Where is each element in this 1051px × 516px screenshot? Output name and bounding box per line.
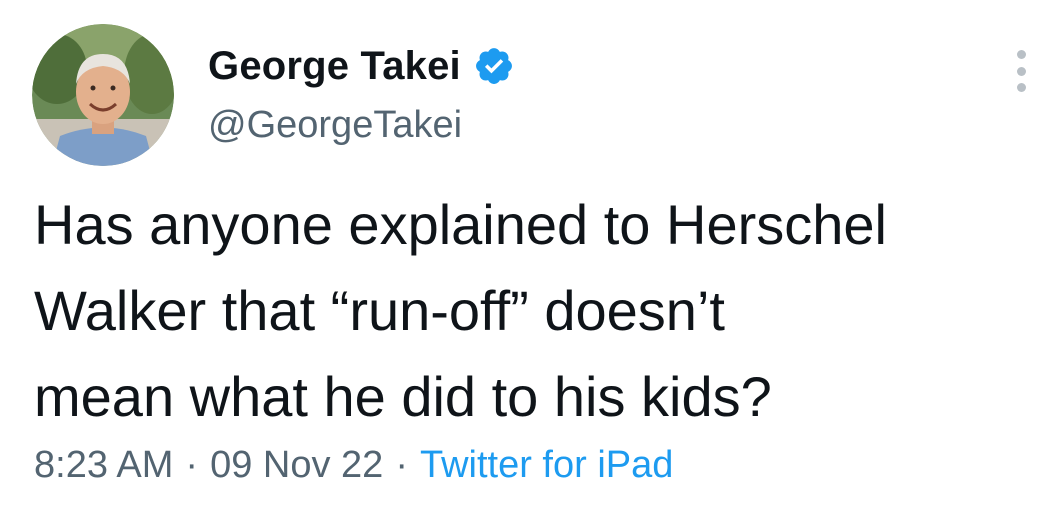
avatar[interactable] bbox=[32, 24, 174, 166]
profile-photo-icon bbox=[32, 24, 174, 166]
tweet-metadata: 8:23 AM · 09 Nov 22 · Twitter for iPad bbox=[34, 440, 673, 490]
display-name[interactable]: George Takei bbox=[208, 44, 461, 89]
separator: · bbox=[185, 443, 199, 486]
more-vertical-icon[interactable] bbox=[1006, 46, 1036, 96]
verified-badge-icon bbox=[473, 45, 515, 87]
tweet-source-link[interactable]: Twitter for iPad bbox=[420, 444, 673, 487]
tweet-date[interactable]: 09 Nov 22 bbox=[210, 444, 383, 487]
tweet-text: Has anyone explained to Herschel Walker … bbox=[34, 193, 887, 428]
author-handle[interactable]: @GeorgeTakei bbox=[208, 104, 462, 147]
tweet-time[interactable]: 8:23 AM bbox=[34, 444, 173, 487]
tweet-card: George Takei @GeorgeTakei Has anyone exp… bbox=[0, 0, 1051, 516]
separator: · bbox=[395, 443, 408, 486]
author-name-row[interactable]: George Takei bbox=[208, 38, 515, 94]
